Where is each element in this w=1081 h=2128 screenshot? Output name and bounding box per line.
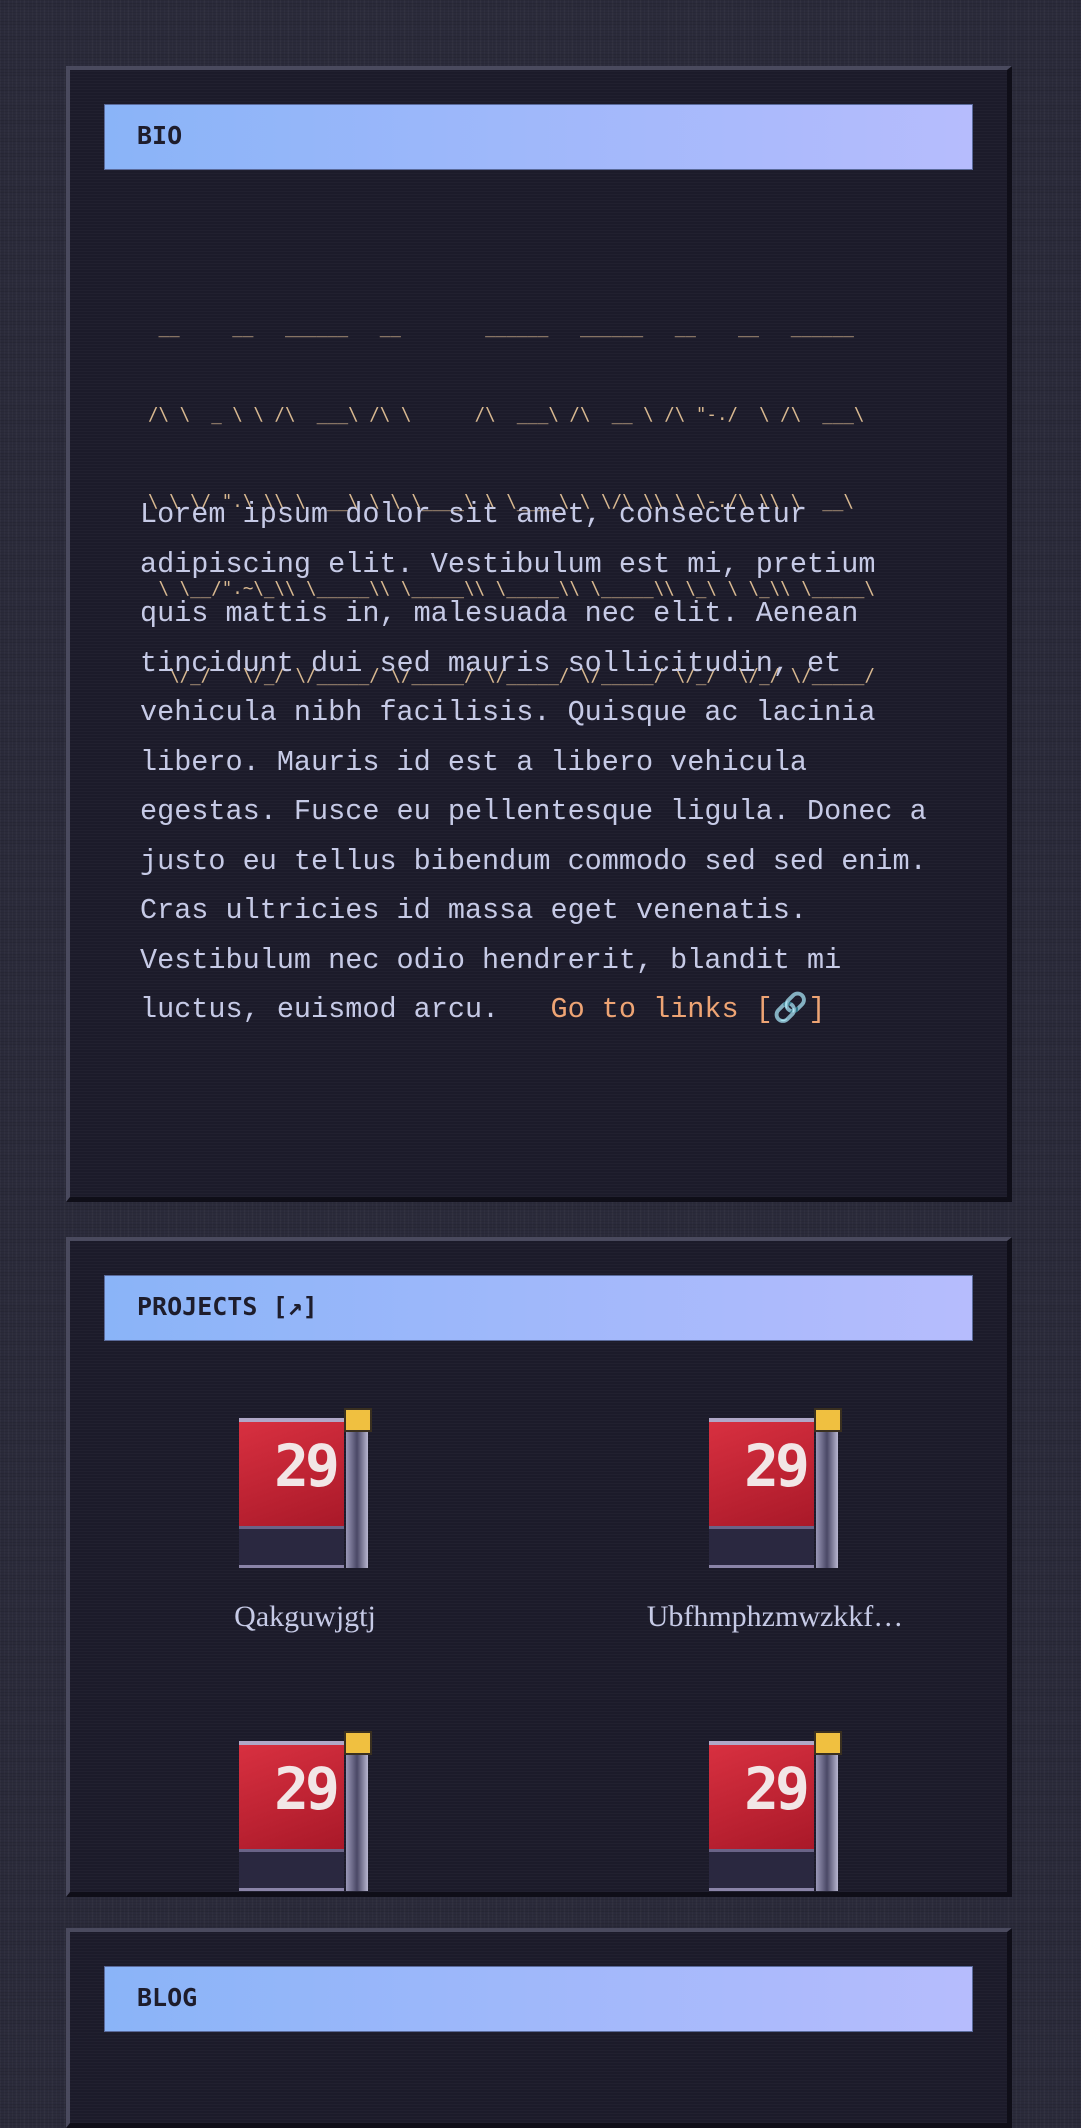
projects-header[interactable]: PROJECTS [↗]: [104, 1275, 973, 1341]
ascii-line: /\ \ _ \ \ /\ ___\ /\ \ /\ ___\ /\ __ \ …: [148, 405, 865, 425]
project-card[interactable]: 29: [70, 1731, 540, 1892]
calendar-icon: 29: [234, 1731, 376, 1892]
bio-text-block: Lorem ipsum dolor sit amet, consectetur …: [140, 490, 940, 1035]
bio-header: BIO: [104, 104, 973, 170]
project-name: Ubfhmphzmwzkkf…: [646, 1600, 904, 1633]
blog-header[interactable]: BLOG: [104, 1966, 973, 2032]
project-card[interactable]: 29 Qakguwjgtj: [70, 1408, 540, 1634]
link-label: Go to links [: [550, 993, 773, 1026]
project-card[interactable]: 29 Ubfhmphzmwzkkf…: [540, 1408, 1007, 1634]
blog-panel: BLOG: [66, 1928, 1012, 2128]
go-to-links-link[interactable]: Go to links [🔗]: [550, 993, 825, 1026]
projects-panel: PROJECTS [↗] 29 Qakguwjgtj 29 Ubfhmphzmw…: [66, 1237, 1012, 1897]
calendar-icon: 29: [704, 1408, 846, 1570]
link-close: ]: [808, 993, 826, 1026]
ascii-line: __ __ ______ __ ______ ______ __ __ ____…: [148, 318, 854, 338]
link-icon: 🔗: [772, 993, 809, 1026]
calendar-icon: 29: [704, 1731, 846, 1892]
project-name: Qakguwjgtj: [234, 1600, 376, 1633]
calendar-icon: 29: [234, 1408, 376, 1570]
bio-panel: BIO __ __ ______ __ ______ ______ __ __ …: [66, 66, 1012, 1202]
bio-text: Lorem ipsum dolor sit amet, consectetur …: [140, 498, 927, 1026]
project-card[interactable]: 29: [540, 1731, 1007, 1892]
